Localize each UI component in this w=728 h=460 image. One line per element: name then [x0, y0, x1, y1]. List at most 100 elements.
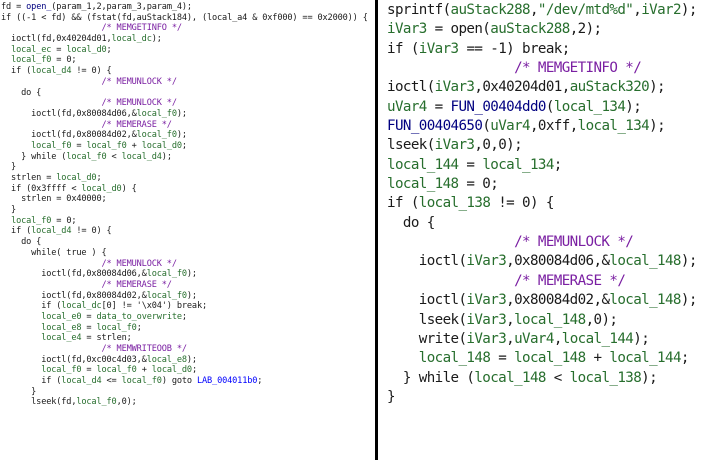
- code-token: local_dc: [111, 34, 152, 45]
- code-token: ,0x80084d02,&: [506, 292, 610, 309]
- code-token: +: [126, 140, 142, 151]
- code-token: if (: [1, 376, 62, 387]
- code-token: <=: [101, 376, 122, 387]
- code-token: lseek(: [387, 311, 467, 328]
- code-token: ,: [506, 311, 515, 328]
- code-comment: /* MEMWRITEOOB */: [101, 344, 187, 354]
- code-token: auStack288: [450, 2, 531, 18]
- code-token: local_d0: [81, 183, 122, 194]
- code-token: auStack320: [569, 79, 650, 96]
- code-token: ,: [506, 330, 515, 347]
- code-token: ;: [257, 376, 263, 387]
- code-token: do {: [1, 87, 42, 98]
- code-token: do {: [1, 237, 42, 248]
- code-token: ,: [553, 330, 563, 347]
- code-token: data_to_overwrite: [96, 311, 182, 322]
- code-token: ioctl(fd,0x80084d02,&: [1, 130, 137, 141]
- code-line: uVar4 = FUN_00404dd0(local_134);: [387, 98, 728, 117]
- code-token: local_f0: [11, 55, 52, 66]
- code-line: /* MEMGETINFO */: [387, 59, 728, 78]
- code-token: );: [186, 354, 197, 365]
- code-line: iVar3 = open(auStack288,2);: [387, 20, 728, 39]
- code-token: local_f0: [76, 397, 117, 408]
- code-token: local_144: [609, 350, 681, 367]
- code-token: );: [151, 34, 162, 45]
- code-token: = open(: [426, 21, 491, 38]
- code-token: if (: [1, 226, 32, 237]
- code-line: local_e8 = local_f0;: [1, 323, 375, 334]
- code-line: /* MEMERASE */: [387, 272, 728, 291]
- code-token: = 0;: [51, 215, 77, 226]
- code-line: /* MEMUNLOCK */: [1, 77, 375, 88]
- code-line: if (iVar3 == -1) break;: [387, 40, 728, 59]
- code-comment: /* MEMGETINFO */: [514, 60, 642, 77]
- code-comment: /* MEMGETINFO */: [101, 23, 182, 34]
- code-token: local_ec: [11, 44, 52, 55]
- code-token: local_138: [569, 369, 642, 386]
- code-line: ioctl(fd,0xc00c4d03,&local_e8);: [1, 355, 375, 366]
- code-line: ioctl(iVar3,0x80084d06,&local_148);: [387, 252, 728, 271]
- code-token: uVar4: [514, 330, 554, 347]
- code-token: = 0;: [51, 55, 77, 66]
- code-token: "/dev/mtd%d": [537, 2, 634, 18]
- code-token: iVar3: [466, 330, 507, 347]
- code-token: lseek(fd,: [1, 397, 77, 408]
- code-line: do {: [387, 214, 728, 233]
- code-token: local_d4: [61, 376, 102, 387]
- code-token: local_134: [577, 118, 650, 135]
- code-line: if ((-1 < fd) && (fstat(fd,auStack184), …: [1, 13, 375, 24]
- code-token: ioctl(fd,0xc00c4d03,&: [1, 354, 147, 365]
- code-token: }: [387, 388, 396, 405]
- code-token: ioctl(: [387, 79, 435, 96]
- code-token: local_d4: [31, 66, 72, 77]
- code-line: strlen = 0x40000;: [1, 194, 375, 205]
- code-token: ;: [106, 44, 112, 55]
- code-token: local_d4: [31, 226, 72, 237]
- code-token: local_d4: [121, 151, 162, 162]
- code-line: lseek(iVar3,local_148,0);: [387, 311, 728, 330]
- code-token: local_f0: [146, 290, 187, 301]
- code-line: /* MEMUNLOCK */: [1, 98, 375, 109]
- code-line: /* MEMGETINFO */: [1, 23, 375, 34]
- code-token: );: [633, 330, 650, 347]
- code-line: FUN_00404650(uVar4,0xff,local_134);: [387, 117, 728, 136]
- code-token: local_148: [418, 350, 491, 367]
- code-token: local_148: [387, 176, 459, 193]
- code-line: sprintf(auStack288,"/dev/mtd%d",iVar2);: [387, 1, 728, 20]
- code-comment: /* MEMUNLOCK */: [101, 258, 177, 269]
- code-comment: /* MEMUNLOCK */: [101, 76, 177, 87]
- code-line: fd = open_(param_1,2,param_3,param_4);: [1, 2, 375, 13]
- code-token: } while (: [387, 369, 475, 386]
- code-token: local_d0: [66, 44, 107, 55]
- code-token: (: [545, 98, 555, 115]
- left-code-pane: fd = open_(param_1,2,param_3,param_4); if…: [0, 0, 375, 460]
- code-token: =: [426, 98, 451, 115]
- code-token: iVar3: [434, 137, 475, 154]
- code-token: );: [680, 292, 697, 309]
- code-token: local_f0: [146, 269, 187, 280]
- code-token: local_148: [514, 350, 586, 367]
- code-token: = 0;: [458, 176, 499, 193]
- code-token: local_f0: [66, 151, 107, 162]
- code-token: ) goto: [161, 376, 197, 387]
- code-token: ;: [136, 322, 142, 333]
- code-line: local_e0 = data_to_overwrite;: [1, 312, 375, 323]
- right-code-pane: sprintf(auStack288,"/dev/mtd%d",iVar2); i…: [378, 0, 728, 460]
- code-token: local_e8: [41, 322, 82, 333]
- code-line: }: [1, 162, 375, 173]
- code-token: ioctl(: [387, 292, 467, 309]
- code-token: <: [106, 151, 122, 162]
- code-token: LAB_004011b0: [196, 376, 258, 387]
- code-token: ;: [191, 365, 197, 376]
- code-line: }: [1, 205, 375, 216]
- code-comment: /* MEMERASE */: [101, 119, 172, 130]
- code-line: if (local_dc[0] != '\x04') break;: [1, 301, 375, 312]
- code-token: = strlen;: [81, 333, 132, 344]
